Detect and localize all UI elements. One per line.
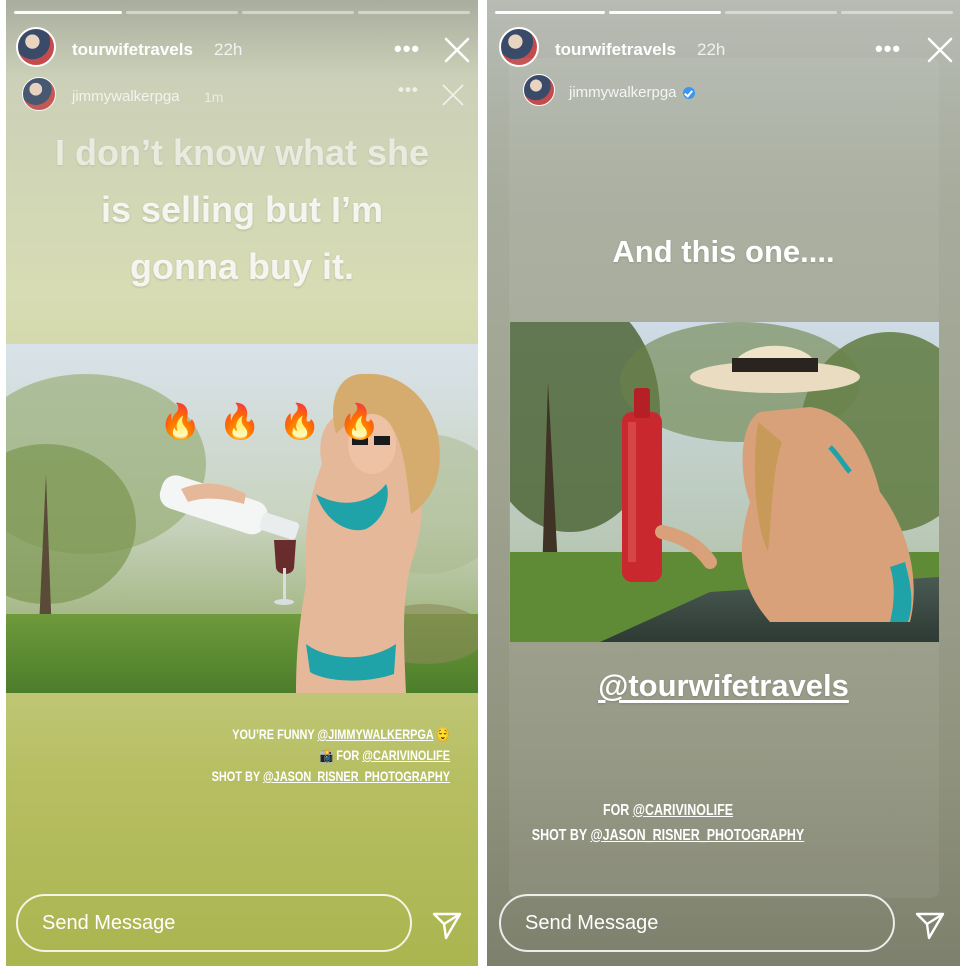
story-photo xyxy=(6,344,478,693)
credit-line-1-text: FOR xyxy=(602,802,633,819)
relieved-emoji: 😌 xyxy=(436,726,450,742)
credit-line-3-text: SHOT BY xyxy=(211,768,263,784)
send-message-input[interactable]: Send Message xyxy=(499,894,895,952)
story-caption: I don’t know what she is selling but I’m… xyxy=(6,124,478,295)
story-time: 22h xyxy=(697,40,726,59)
send-message-input[interactable]: Send Message xyxy=(16,894,412,952)
caption-line-2: is selling but I’m xyxy=(100,189,384,230)
repost-more-icon: ••• xyxy=(398,80,419,99)
avatar[interactable] xyxy=(16,27,56,67)
progress-segment-1 xyxy=(495,11,605,14)
mention-jimmywalkerpga[interactable]: @JIMMYWALKERPGA xyxy=(318,726,434,742)
mention-carivinolife[interactable]: @CARIVINOLIFE xyxy=(633,802,733,819)
repost-avatar xyxy=(22,77,56,111)
repost-username-text: jimmywalkerpga xyxy=(569,84,677,101)
story-right[interactable]: tourwifetravels 22h ••• jimmywalkerpga A… xyxy=(487,0,960,966)
mention-tourwifetravels[interactable]: @tourwifetravels xyxy=(487,668,960,704)
progress-segment-2 xyxy=(126,11,238,14)
progress-segment-4 xyxy=(358,11,470,14)
progress-segment-3 xyxy=(725,11,837,14)
story-caption: And this one.... xyxy=(612,234,835,269)
repost-username: jimmywalkerpga xyxy=(569,84,695,101)
progress-segment-4 xyxy=(841,11,953,14)
caption-line-3: gonna buy it. xyxy=(130,246,354,287)
credit-line-1: YOU’RE FUNNY @JIMMYWALKERPGA 😌 xyxy=(122,724,450,745)
story-time: 22h xyxy=(214,40,243,59)
photo-credits: YOU’RE FUNNY @JIMMYWALKERPGA 😌 📸 FOR @CA… xyxy=(122,724,450,787)
repost-username: jimmywalkerpga xyxy=(72,88,180,105)
mention-photographer[interactable]: @JASON_RISNER_PHOTOGRAPHY xyxy=(590,827,804,844)
story-username[interactable]: tourwifetravels xyxy=(72,40,193,60)
close-icon[interactable] xyxy=(442,35,472,65)
progress-segment-2 xyxy=(609,11,721,14)
photo-credits: FOR @CARIVINOLIFE SHOT BY @JASON_RISNER_… xyxy=(504,798,832,848)
repost-close-icon xyxy=(440,82,466,108)
repost-time: 1m xyxy=(204,89,224,105)
send-icon[interactable] xyxy=(430,908,464,942)
story-username[interactable]: tourwifetravels xyxy=(555,40,676,60)
camera-emoji: 📸 xyxy=(319,747,334,763)
credit-line-2-text: FOR xyxy=(333,747,363,763)
credit-line-2-text: SHOT BY xyxy=(531,827,591,844)
progress-segment-1 xyxy=(14,11,122,14)
credit-line-2: 📸 FOR @CARIVINOLIFE xyxy=(122,745,450,766)
verified-badge-icon xyxy=(682,87,695,100)
caption-line-1: I don’t know what she xyxy=(54,132,429,173)
story-left[interactable]: tourwifetravels 22h ••• jimmywalkerpga 1… xyxy=(6,0,478,966)
credit-line-1: FOR @CARIVINOLIFE xyxy=(504,798,832,823)
credit-line-1-text: YOU’RE FUNNY xyxy=(232,726,318,742)
fire-emojis: 🔥 🔥 🔥 🔥 xyxy=(159,403,385,441)
repost-avatar xyxy=(523,74,555,106)
mention-carivinolife[interactable]: @CARIVINOLIFE xyxy=(362,747,450,763)
credit-line-2: SHOT BY @JASON_RISNER_PHOTOGRAPHY xyxy=(504,823,832,848)
more-options-icon[interactable]: ••• xyxy=(394,36,420,62)
credit-line-3: SHOT BY @JASON_RISNER_PHOTOGRAPHY xyxy=(122,766,450,787)
send-icon[interactable] xyxy=(913,908,947,942)
progress-segment-3 xyxy=(242,11,354,14)
story-photo xyxy=(510,322,939,642)
mention-photographer[interactable]: @JASON_RISNER_PHOTOGRAPHY xyxy=(263,768,450,784)
